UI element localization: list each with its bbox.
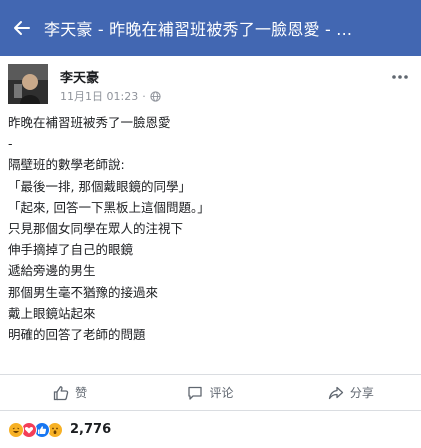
profile-photo-icon xyxy=(8,64,48,104)
post-line: 「起來, 回答一下黑板上這個問題。」 xyxy=(8,199,210,215)
avatar[interactable] xyxy=(8,64,48,104)
back-button[interactable] xyxy=(0,0,44,56)
top-bar: 李天豪 - 昨晚在補習班被秀了一臉恩愛 - ... xyxy=(0,0,421,56)
like-button[interactable]: 赞 xyxy=(0,375,140,410)
post-line: - xyxy=(8,136,13,152)
share-arrow-icon xyxy=(328,386,343,399)
post-meta: 11月1日 01:23 · xyxy=(60,88,161,104)
share-button[interactable]: 分享 xyxy=(281,375,421,410)
reactions-bar[interactable]: 2,776 xyxy=(0,410,421,448)
comment-label: 评论 xyxy=(209,386,234,400)
page-title: 李天豪 - 昨晚在補習班被秀了一臉恩愛 - ... xyxy=(44,20,353,39)
timestamp[interactable]: 11月1日 01:23 xyxy=(60,88,138,104)
post-line: 昨晚在補習班被秀了一臉恩愛 xyxy=(8,115,171,130)
dot-separator: · xyxy=(142,89,146,103)
action-bar: 赞 评论 分享 xyxy=(0,374,421,410)
post-line: 明確的回答了老師的問題 xyxy=(8,326,146,342)
post-line: 「最後一排, 那個戴眼鏡的同學」 xyxy=(8,178,191,194)
post-header: 李天豪 11月1日 01:23 · xyxy=(8,64,413,108)
author-name[interactable]: 李天豪 xyxy=(60,67,99,86)
post-line: 伸手摘掉了自己的眼鏡 xyxy=(8,242,134,258)
post-line: 隔壁班的數學老師說: xyxy=(8,157,125,173)
post-body: 昨晚在補習班被秀了一臉恩愛 - 隔壁班的數學老師說: 「最後一排, 那個戴眼鏡的… xyxy=(8,112,413,345)
post-line: 戴上眼鏡站起來 xyxy=(8,305,96,321)
post-line: 那個男生毫不猶豫的接過來 xyxy=(8,284,159,300)
ellipsis-icon xyxy=(392,75,408,79)
arrow-left-icon xyxy=(14,21,30,35)
comment-icon xyxy=(188,386,203,400)
comment-button[interactable]: 评论 xyxy=(140,375,280,410)
haha-reaction-icon xyxy=(8,421,24,438)
post-card: 李天豪 11月1日 01:23 · 昨晚在補習班被秀了一臉恩愛 - 隔壁班的數學… xyxy=(0,56,421,410)
share-label: 分享 xyxy=(349,386,374,400)
post-line: 只見那個女同學在眾人的注視下 xyxy=(8,220,184,236)
reaction-count[interactable]: 2,776 xyxy=(70,422,111,437)
more-options-button[interactable] xyxy=(389,70,411,84)
thumbs-up-icon xyxy=(54,385,69,400)
globe-icon xyxy=(150,90,161,102)
like-label: 赞 xyxy=(75,386,88,400)
post-line: 遞給旁邊的男生 xyxy=(8,263,96,279)
